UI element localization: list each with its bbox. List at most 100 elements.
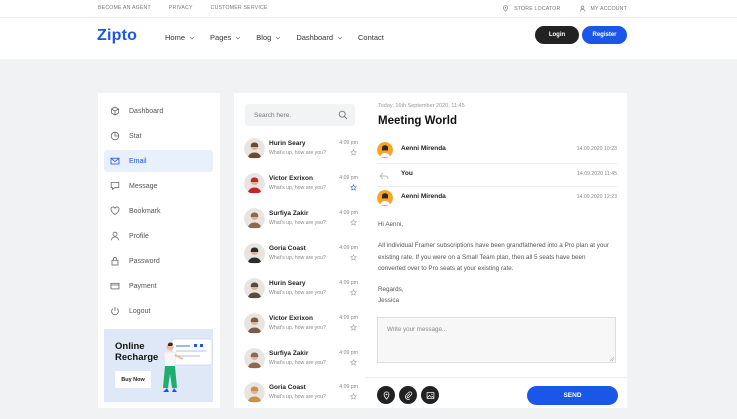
chevron-down-icon	[236, 36, 241, 39]
user-icon	[579, 5, 585, 12]
star-icon[interactable]	[350, 359, 357, 366]
attach-file-button[interactable]	[399, 386, 417, 404]
contact-item[interactable]: Surfiya Zakir What's up, how are you? 4:09…	[244, 206, 358, 233]
contact-item[interactable]: Goria Coast What's up, how are you? 4:09 p…	[244, 241, 358, 268]
contact-preview: What's up, how are you?	[269, 220, 326, 226]
sidebar-item-email[interactable]: Email	[104, 150, 213, 172]
contact-item[interactable]: Hurin Seary What's up, how are you? 4:09 p…	[244, 276, 358, 303]
thread-time: 14.09.2020 11:45	[577, 171, 617, 177]
search-icon[interactable]	[338, 110, 348, 120]
nav-home[interactable]: Home	[165, 33, 195, 42]
login-button[interactable]: Login	[535, 26, 579, 44]
contact-time: 4:09 pm	[339, 245, 358, 251]
contact-name: Surfiya Zakir	[269, 350, 309, 357]
star-icon[interactable]	[350, 254, 357, 261]
contact-name: Victor Exrixon	[269, 175, 313, 182]
sidebar-item-message[interactable]: Message	[104, 175, 213, 197]
sidebar-item-stat[interactable]: Stat	[104, 125, 213, 147]
sidebar-item-payment[interactable]: Payment	[104, 275, 213, 297]
search-input[interactable]: Search here.	[245, 104, 355, 126]
divider	[365, 377, 627, 378]
attach-image-button[interactable]	[421, 386, 439, 404]
nav-dashboard[interactable]: Dashboard	[296, 33, 343, 42]
contact-preview: What's up, how are you?	[269, 255, 326, 261]
contact-preview: What's up, how are you?	[269, 360, 326, 366]
nav-blog[interactable]: Blog	[256, 33, 281, 42]
resize-grip-icon[interactable]	[609, 356, 614, 361]
main-nav: Home Pages Blog Dashboard Contact	[165, 33, 399, 42]
pie-chart-icon	[110, 131, 120, 141]
contact-name: Goria Coast	[269, 384, 306, 391]
contact-time: 4:09 pm	[339, 315, 358, 321]
promo-banner: Online Recharge Buy Now	[104, 329, 213, 402]
avatar	[377, 142, 393, 158]
sidebar-item-dashboard[interactable]: Dashboard	[104, 100, 213, 122]
avatar	[244, 138, 265, 159]
contact-item[interactable]: Victor Exrixon What's up, how are you? 4:0…	[244, 171, 358, 198]
star-icon[interactable]	[350, 184, 357, 191]
my-account-label: MY ACCOUNT	[590, 5, 627, 12]
contact-item[interactable]: Victor Exrixon What's up, how are you? 4:0…	[244, 311, 358, 338]
contact-time: 4:09 pm	[339, 384, 358, 390]
sidebar-item-label: Message	[129, 182, 158, 190]
main-header: Zipto Home Pages Blog Dashboard Contact …	[0, 18, 737, 59]
star-icon[interactable]	[350, 324, 357, 331]
sidebar-item-bookmark[interactable]: Bookmark	[104, 200, 213, 222]
logo[interactable]: Zipto	[97, 27, 137, 45]
contact-preview: What's up, how are you?	[269, 394, 326, 400]
attach-location-button[interactable]	[377, 386, 395, 404]
reply-textarea[interactable]: Write your message...	[377, 317, 616, 363]
nav-pages[interactable]: Pages	[210, 33, 241, 42]
buy-now-button[interactable]: Buy Now	[115, 371, 151, 388]
contact-preview: What's up, how are you?	[269, 185, 326, 191]
thread-item[interactable]: Aenni Mirenda 14.09.2020 10:23	[377, 142, 617, 164]
sidebar-item-label: Bookmark	[129, 207, 161, 215]
message-greeting: Hi Aenni,	[378, 221, 404, 228]
sidebar-item-profile[interactable]: Profile	[104, 225, 213, 247]
star-icon[interactable]	[350, 149, 357, 156]
thread-time: 14.09.2020 12:23	[576, 194, 617, 200]
contact-preview: What's up, how are you?	[269, 325, 326, 331]
star-icon[interactable]	[350, 393, 357, 400]
thread-sender: Aenni Mirenda	[401, 145, 446, 152]
customer-service-link[interactable]: CUSTOMER SERVICE	[211, 5, 268, 11]
message-signature: Jessica	[378, 297, 399, 304]
chevron-down-icon	[276, 36, 281, 39]
contact-time: 4:09 pm	[339, 280, 358, 286]
star-icon[interactable]	[350, 289, 357, 296]
sidebar-item-password[interactable]: Password	[104, 250, 213, 272]
nav-blog-label: Blog	[256, 33, 272, 42]
promo-title-line1: Online	[115, 341, 145, 352]
star-icon[interactable]	[350, 219, 357, 226]
store-locator-label: STORE LOCATOR	[514, 5, 561, 12]
mail-icon	[110, 157, 120, 165]
sidebar-item-label: Stat	[129, 132, 142, 140]
contact-item[interactable]: Hurin Seary What's up, how are you? 4:09 p…	[244, 136, 358, 163]
my-account-link[interactable]: MY ACCOUNT	[579, 5, 628, 12]
contact-time: 4:09 pm	[339, 175, 358, 181]
image-icon	[426, 391, 434, 399]
reply-icon	[379, 172, 389, 180]
register-button[interactable]: Register	[582, 26, 627, 44]
contact-item[interactable]: Goria Coast What's up, how are you? 4:09 p…	[244, 380, 358, 407]
send-button[interactable]: SEND	[527, 386, 618, 405]
sidebar-item-logout[interactable]: Logout	[104, 300, 213, 322]
lock-icon	[111, 256, 119, 266]
store-locator-link[interactable]: STORE LOCATOR	[502, 5, 560, 12]
thread-item[interactable]: Aenni Mirenda 14.09.2020 12:23	[377, 190, 617, 212]
message-panel: Today, 16th September 2020, 11:45 Meetin…	[365, 93, 627, 408]
privacy-link[interactable]: PRIVACY	[169, 5, 193, 11]
reply-placeholder: Write your message...	[387, 326, 448, 333]
contact-name: Hurin Seary	[269, 280, 306, 287]
nav-contact[interactable]: Contact	[358, 33, 384, 42]
become-agent-link[interactable]: BECOME AN AGENT	[98, 5, 151, 11]
thread-sender: You	[401, 170, 413, 177]
nav-home-label: Home	[165, 33, 186, 42]
nav-pages-label: Pages	[210, 33, 232, 42]
contact-time: 4:09 pm	[339, 210, 358, 216]
promo-illustration	[163, 338, 213, 392]
contact-item[interactable]: Surfiya Zakir What's up, how are you? 4:09…	[244, 346, 358, 373]
avatar	[244, 313, 265, 334]
heart-icon	[110, 206, 120, 215]
avatar	[377, 190, 393, 206]
